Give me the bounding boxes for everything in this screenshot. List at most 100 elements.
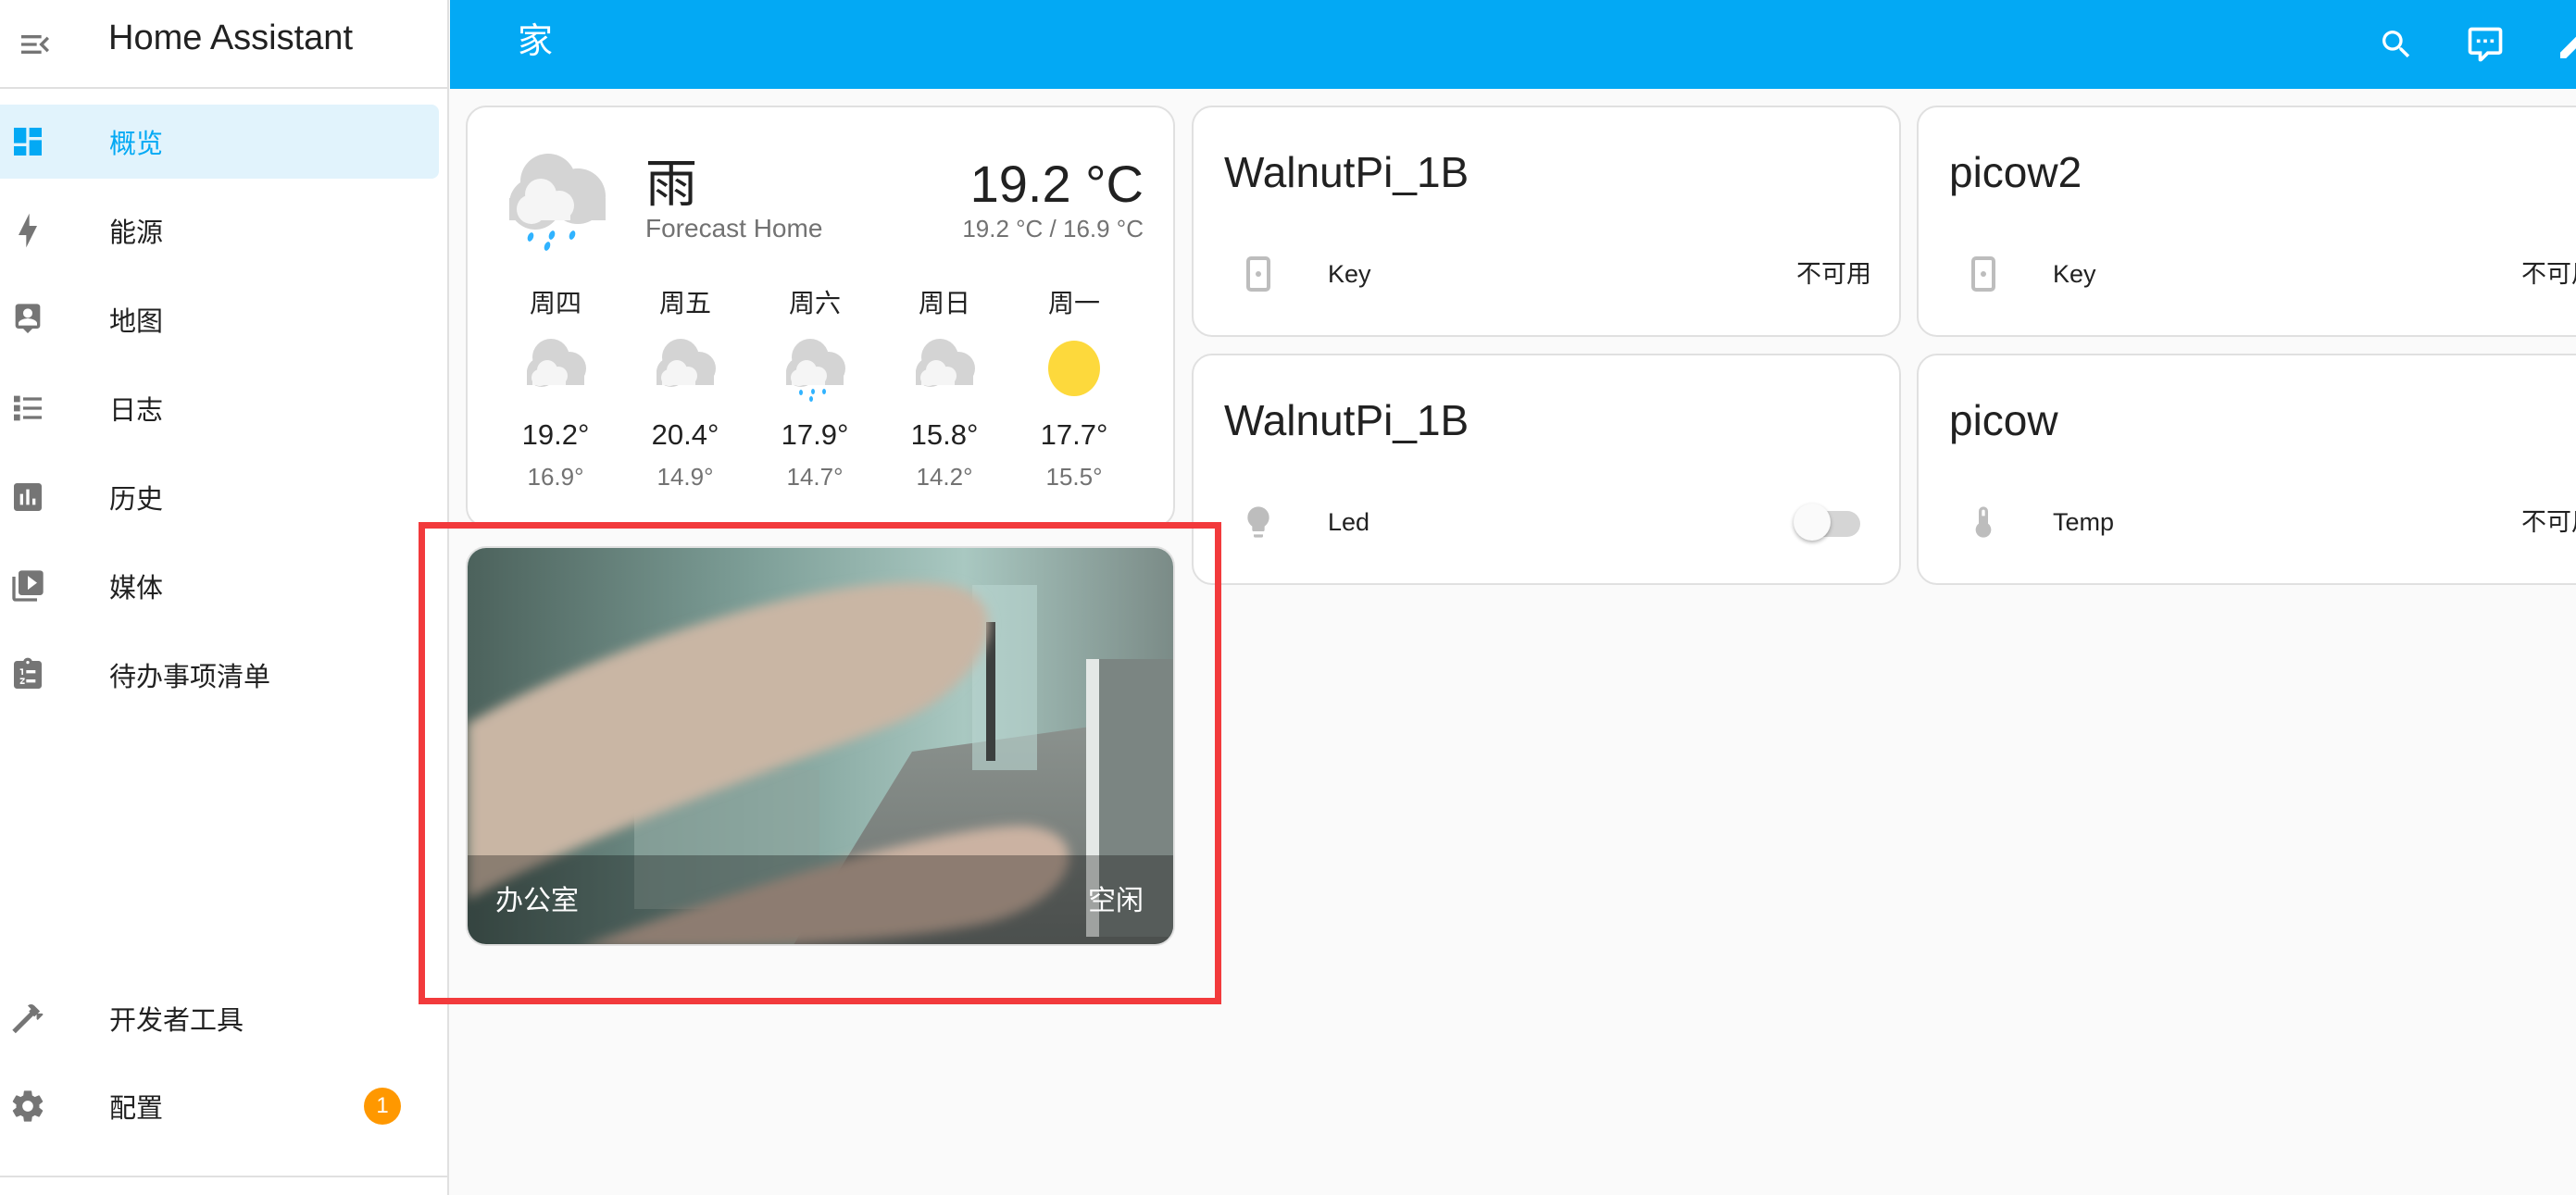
search-icon [2382,31,2410,58]
entity-row[interactable]: Temp 不可用 [1919,494,2576,550]
sidebar-item-todo[interactable]: 待办事项清单 [0,638,439,712]
entity-name: Key [1328,260,1371,288]
cloudy-icon [916,339,975,387]
entity-name: Key [2053,260,2096,288]
forecast-day: 周日 15.8° 14.2° [894,285,995,492]
app-title: Home Assistant [108,19,353,57]
collapse-sidebar-button[interactable] [7,17,63,72]
forecast-day-name: 周六 [788,289,841,317]
current-temperature: 19.2 °C [969,155,1144,213]
top-app-bar: 家 [450,0,2576,89]
edit-icon [2560,36,2576,58]
gesture-tap-button-icon [1240,255,1277,293]
forecast-list: 周四 19.2° 16.9° 周五 20.4° 14.9° 周六 17.9° 1… [505,285,1153,507]
weather-forecast-card[interactable]: 雨 Forecast Home 19.2 °C 19.2 °C / 16.9 °… [466,106,1175,528]
format-list-icon [9,390,46,427]
forecast-day-name: 周日 [918,289,970,317]
camera-footer: 办公室 空闲 [468,855,1173,944]
entities-card: WalnutPi_1B Led [1192,354,1901,585]
sidebar-item-history[interactable]: 历史 [0,460,439,534]
menu-open-icon [21,35,49,54]
sidebar-item-label: 概览 [109,130,164,159]
sidebar-item-label: 配置 [109,1094,164,1124]
notification-badge: 1 [364,1088,401,1125]
card-title: WalnutPi_1B [1224,148,1469,196]
sidebar-item-label: 待办事项清单 [109,663,271,692]
forecast-high: 20.4° [651,418,719,451]
entity-row[interactable]: Key 不可用 [1919,246,2576,302]
forecast-day-name: 周一 [1047,289,1100,317]
clipboard-list-icon [9,656,46,693]
forecast-low: 14.9° [657,463,714,491]
sidebar-item-config[interactable]: 配置 1 [0,1069,439,1143]
chart-box-icon [9,479,46,516]
temperature-high-low: 19.2 °C / 16.9 °C [962,215,1144,243]
forecast-day-name: 周四 [529,289,581,317]
forecast-high: 17.9° [781,418,849,451]
forecast-day: 周六 17.9° 14.7° [764,285,866,492]
thermometer-icon [1965,504,2002,541]
entities-card: WalnutPi_1B Key 不可用 [1192,106,1901,337]
camera-picture-card[interactable]: 办公室 空闲 [466,546,1175,946]
weather-entity-name: Forecast Home [645,214,823,243]
hammer-icon [9,1000,46,1037]
toggle-thumb [1794,504,1831,541]
sidebar-item-logbook[interactable]: 日志 [0,371,439,445]
sidebar-item-media[interactable]: 媒体 [0,549,439,623]
entity-name: Led [1328,508,1370,536]
forecast-low: 15.5° [1045,463,1103,491]
forecast-low: 14.2° [916,463,973,491]
assist-button[interactable] [2457,17,2513,72]
sidebar-header: Home Assistant [0,0,449,89]
play-box-multiple-icon [9,567,46,604]
cloudy-icon [527,339,586,387]
sidebar-item-developer-tools[interactable]: 开发者工具 [0,981,439,1055]
entity-row[interactable]: Key 不可用 [1194,246,1899,302]
sidebar-item-label: 地图 [109,307,164,337]
sidebar-item-label: 历史 [109,485,164,515]
sidebar-item-label: 开发者工具 [109,1006,244,1036]
home-assistant-app: Home Assistant 概览 能源 地图 日志 历史 媒体 待办事项清单 … [0,0,2576,1195]
card-title: picow [1949,396,2058,444]
entity-row[interactable]: Led [1194,494,1899,550]
card-title: WalnutPi_1B [1224,396,1469,444]
entity-state: 不可用 [2521,508,2576,536]
forecast-day-name: 周五 [658,289,711,317]
page-title: 家 [518,22,554,61]
entity-name: Temp [2053,508,2115,536]
sidebar-item-overview[interactable]: 概览 [0,105,439,179]
dashboard-icon [9,123,46,160]
forecast-day: 周四 19.2° 16.9° [505,285,606,492]
camera-name: 办公室 [495,886,579,916]
assist-icon [2468,27,2503,62]
sunny-icon [1048,341,1100,396]
sidebar-item-label: 能源 [109,218,164,248]
forecast-day: 周五 20.4° 14.9° [634,285,736,492]
lightbulb-icon [1240,504,1277,541]
entity-state: 不可用 [1796,260,1871,288]
gesture-tap-button-icon [1965,255,2002,293]
entities-card: picow Temp 不可用 [1917,354,2576,585]
edit-dashboard-button[interactable] [2546,17,2576,72]
map-account-icon [9,301,46,338]
cloudy-icon [657,339,716,387]
card-title: picow2 [1949,148,2082,196]
led-toggle-switch[interactable] [1794,504,1860,541]
search-button[interactable] [2369,17,2424,72]
camera-state: 空闲 [1088,886,1144,916]
sidebar-item-label: 日志 [109,396,164,426]
forecast-high: 17.7° [1040,418,1108,451]
weather-condition: 雨 [645,155,697,213]
sidebar-item-energy[interactable]: 能源 [0,193,439,268]
forecast-high: 15.8° [910,418,979,451]
rainy-icon [786,339,845,402]
sidebar-item-map[interactable]: 地图 [0,282,439,356]
cog-icon [9,1088,46,1125]
lightning-bolt-icon [9,212,46,249]
forecast-low: 14.7° [786,463,844,491]
forecast-day: 周一 17.7° 15.5° [1023,285,1125,492]
rainy-weather-icon [509,154,606,251]
forecast-low: 16.9° [527,463,584,491]
entity-state: 不可用 [2521,260,2576,288]
sidebar-item-label: 媒体 [109,574,164,604]
